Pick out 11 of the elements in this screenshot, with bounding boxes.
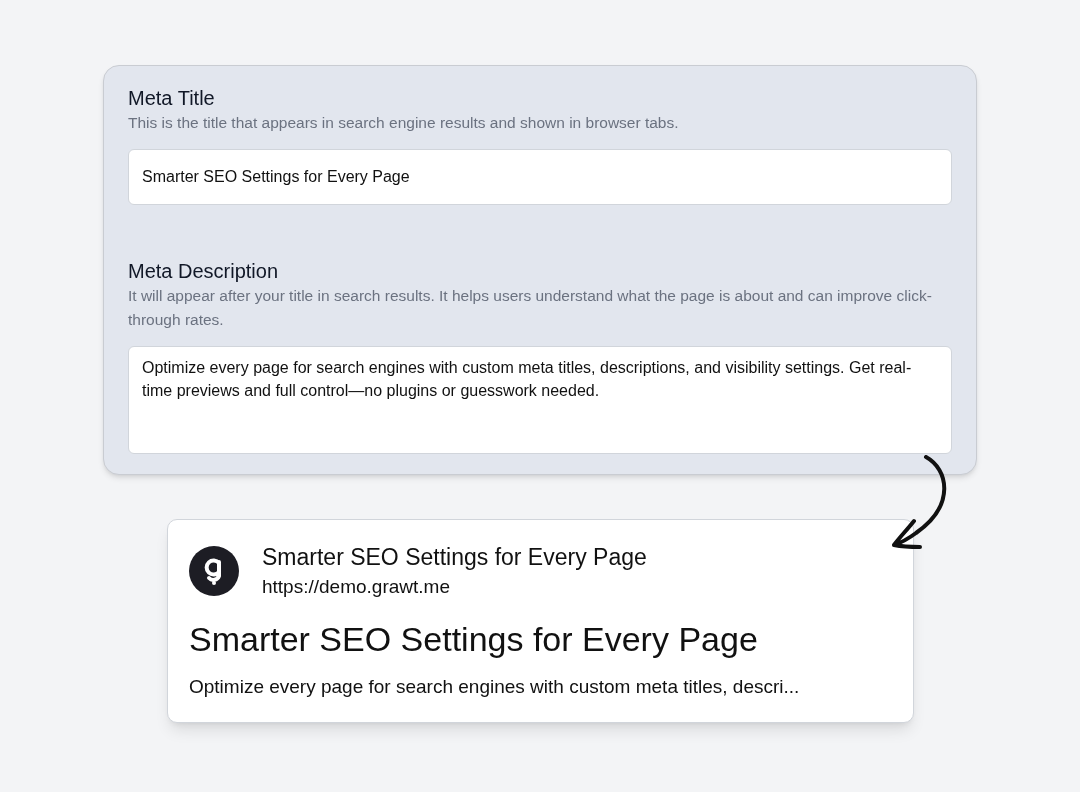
preview-description: Optimize every page for search engines with custom meta titles, descri... (189, 675, 801, 699)
site-name: Smarter SEO Settings for Every Page (262, 543, 647, 572)
field-help-text: This is the title that appears in search engine results and shown in browser tabs. (128, 113, 680, 133)
site-url: https://demo.grawt.me (262, 575, 451, 599)
title-input-field[interactable]: Smarter SEO Settings for Every Page (128, 149, 952, 205)
field-label: Meta Title (128, 86, 216, 110)
field-help-text: It will appear after your title in search results. It helps users understand what the page is about and can improve click-through rates. (128, 286, 933, 330)
field-label: Meta Description (128, 259, 280, 283)
logo-icon (189, 546, 239, 596)
description-text-area[interactable]: Optimize every page for search engines with custom meta titles, descriptions, and visibility settings. Get real-time previews and full control—no plugins or guesswork needed. (128, 346, 952, 454)
preview-title: Smarter SEO Settings for Every Page (189, 619, 759, 660)
